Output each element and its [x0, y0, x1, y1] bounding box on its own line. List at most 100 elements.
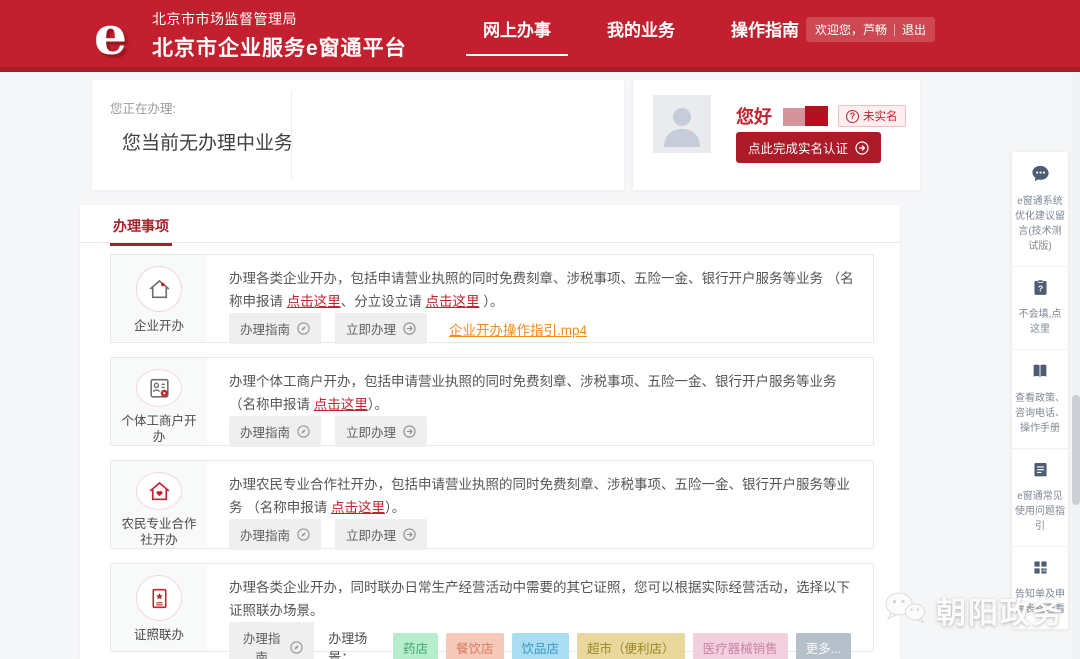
- nav-tab[interactable]: 操作指南: [710, 0, 820, 67]
- arrow-circle-icon: [403, 528, 416, 541]
- service-title: 企业开办: [124, 318, 194, 334]
- tab-service-items[interactable]: 办理事项: [110, 205, 172, 246]
- progress-empty-message: 您当前无办理中业务: [122, 128, 293, 155]
- sidebar-item-label: 告知单及申请表格查看: [1015, 587, 1065, 617]
- sidebar-item-label: 不会填,点这里: [1015, 307, 1065, 337]
- card-divider: [291, 90, 292, 180]
- guide-button[interactable]: 办理指南: [229, 519, 321, 550]
- service-icon-panel: 个体工商户开办: [111, 358, 207, 445]
- service-icon-panel: 证照联办: [111, 564, 207, 651]
- service-content: 办理农民专业合作社开办，包括申请营业执照的同时免费刻章、涉税事项、五险一金、银行…: [207, 461, 873, 548]
- service-row: 农民专业合作社开办办理农民专业合作社开办，包括申请营业执照的同时免费刻章、涉税事…: [110, 460, 874, 549]
- unverified-label: 未实名: [863, 108, 898, 124]
- sidebar-item-label: e窗通常见使用问题指引: [1015, 489, 1065, 534]
- sidebar-item-label: 查看政策、咨询电话、操作手册: [1015, 391, 1065, 436]
- avatar: [653, 95, 711, 153]
- button-label: 立即办理: [346, 319, 396, 338]
- service-content: 办理个体工商户开办，包括申请营业执照的同时免费刻章、涉税事项、五险一金、银行开户…: [207, 358, 873, 445]
- service-actions: 办理指南 立即办理: [229, 519, 859, 550]
- scene-tag[interactable]: 医疗器械销售: [693, 633, 788, 659]
- floating-sidebar: e窗通系统优化建议留言(技术测试版)? 不会填,点这里查看政策、咨询电话、操作手册…: [1012, 152, 1068, 629]
- svg-text:?: ?: [1037, 283, 1042, 293]
- guide-button[interactable]: 办理指南: [229, 313, 321, 344]
- button-label: 立即办理: [346, 422, 396, 441]
- welcome-badge: 欢迎您，芦畅 退出: [806, 17, 935, 42]
- tabbar: 办理事项: [80, 205, 900, 243]
- compass-circle-icon: [290, 641, 303, 654]
- click-here-link[interactable]: 点击这里: [314, 397, 368, 412]
- service-description: 办理个体工商户开办，包括申请营业执照的同时免费刻章、涉税事项、五险一金、银行开户…: [229, 370, 859, 416]
- org-name: 北京市市场监督管理局: [152, 9, 407, 29]
- verify-identity-button[interactable]: 点此完成实名认证: [736, 132, 881, 163]
- button-label: 办理指南: [240, 628, 283, 659]
- arrow-circle-icon: [403, 425, 416, 438]
- logout-button[interactable]: 退出: [902, 21, 926, 38]
- description-text: 办理各类企业开办，同时联办日常生产经营活动中需要的其它证照，您可以根据实际经营活…: [229, 580, 850, 618]
- arrow-circle-icon: [855, 141, 869, 155]
- welcome-text: 欢迎您，芦畅: [815, 21, 887, 38]
- page-scrollbar-thumb[interactable]: [1072, 395, 1080, 505]
- service-description: 办理农民专业合作社开办，包括申请营业执照的同时免费刻章、涉税事项、五险一金、银行…: [229, 473, 859, 519]
- scene-tag[interactable]: 更多...: [796, 633, 851, 659]
- click-here-link[interactable]: 点击这里: [287, 294, 341, 309]
- badge-divider: [894, 24, 895, 36]
- faq-list-icon: [1031, 466, 1050, 483]
- sidebar-item[interactable]: ? 不会填,点这里: [1012, 267, 1068, 350]
- nav-tab[interactable]: 网上办事: [462, 0, 572, 67]
- person-icon: [653, 95, 711, 153]
- idcard-gear-icon: [136, 369, 182, 407]
- description-text: 办理农民专业合作社开办，包括申请营业执照的同时免费刻章、涉税事项、五险一金、银行…: [229, 477, 850, 515]
- user-card: 您好 ? 未实名 点此完成实名认证: [633, 80, 920, 190]
- verify-button-label: 点此完成实名认证: [748, 138, 848, 157]
- sidebar-item[interactable]: e窗通常见使用问题指引: [1012, 449, 1068, 547]
- description-text: ）。: [385, 500, 405, 515]
- progress-card: 您正在办理: 您当前无办理中业务: [92, 80, 624, 190]
- chat-bubble-icon: [1030, 171, 1051, 188]
- scene-tag[interactable]: 饮品店: [512, 633, 570, 659]
- sidebar-item[interactable]: 告知单及申请表格查看: [1012, 547, 1068, 629]
- service-icon-panel: 农民专业合作社开办: [111, 461, 207, 548]
- button-label: 办理指南: [240, 319, 290, 338]
- scene-tag[interactable]: 超市（便利店）: [577, 633, 685, 659]
- sidebar-item[interactable]: e窗通系统优化建议留言(技术测试版): [1012, 152, 1068, 267]
- apply-now-button[interactable]: 立即办理: [335, 416, 427, 447]
- question-circle-icon: ?: [846, 110, 859, 123]
- guide-button[interactable]: 办理指南: [229, 416, 321, 447]
- service-title: 个体工商户开办: [111, 413, 207, 445]
- redacted-name-block: [783, 108, 805, 126]
- click-here-link[interactable]: 点击这里: [426, 294, 480, 309]
- description-text: 、分立设立请: [341, 294, 426, 309]
- description-text: ）。: [480, 294, 504, 309]
- progress-label: 您正在办理:: [110, 98, 176, 117]
- service-description: 办理各类企业开办，同时联办日常生产经营活动中需要的其它证照，您可以根据实际经营活…: [229, 576, 859, 622]
- platform-title: 北京市企业服务e窗通平台: [152, 32, 407, 62]
- page-scrollbar-track[interactable]: [1072, 72, 1080, 659]
- click-here-link[interactable]: 点击这里: [331, 500, 385, 515]
- button-label: 办理指南: [240, 525, 290, 544]
- service-icon-panel: 企业开办: [111, 255, 207, 342]
- compass-circle-icon: [297, 425, 310, 438]
- service-row: 企业开办 办理各类企业开办，包括申请营业执照的同时免费刻章、涉税事项、五险一金、银…: [110, 254, 874, 343]
- operation-guide-video-link[interactable]: 企业开办操作指引.mp4: [449, 319, 587, 339]
- button-label: 办理指南: [240, 422, 290, 441]
- redacted-name-block: [805, 106, 828, 126]
- scene-tag[interactable]: 餐饮店: [446, 633, 504, 659]
- greeting-text: 您好: [736, 103, 772, 129]
- header-titles: 北京市市场监督管理局 北京市企业服务e窗通平台: [152, 9, 407, 62]
- nav-tab[interactable]: 我的业务: [586, 0, 696, 67]
- service-description: 办理各类企业开办，包括申请营业执照的同时免费刻章、涉税事项、五险一金、银行开户服…: [229, 267, 859, 313]
- service-content: 办理各类企业开办，包括申请营业执照的同时免费刻章、涉税事项、五险一金、银行开户服…: [207, 255, 873, 342]
- page: e 北京市市场监督管理局 北京市企业服务e窗通平台 网上办事我的业务操作指南 欢…: [0, 0, 1080, 659]
- book-icon: [1030, 368, 1050, 385]
- house-heart-icon: [136, 472, 182, 510]
- service-title: 证照联办: [124, 627, 194, 643]
- compass-circle-icon: [297, 528, 310, 541]
- scene-tag[interactable]: 药店: [393, 633, 438, 659]
- forms-grid-icon: [1031, 564, 1050, 581]
- service-content: 办理各类企业开办，同时联办日常生产经营活动中需要的其它证照，您可以根据实际经营活…: [207, 564, 873, 651]
- scene-label: 办理场景：: [328, 628, 387, 659]
- apply-now-button[interactable]: 立即办理: [335, 519, 427, 550]
- guide-button[interactable]: 办理指南: [229, 622, 314, 659]
- sidebar-item[interactable]: 查看政策、咨询电话、操作手册: [1012, 350, 1068, 449]
- apply-now-button[interactable]: 立即办理: [335, 313, 427, 344]
